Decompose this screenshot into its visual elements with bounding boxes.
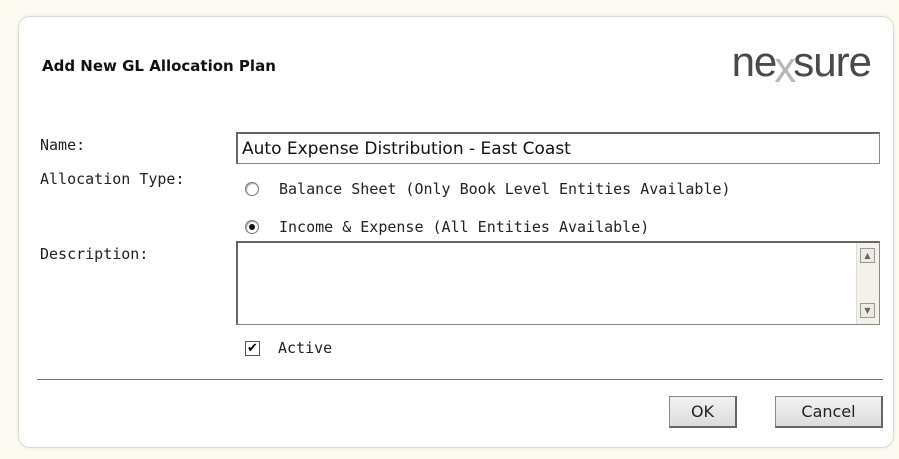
name-label: Name:: [40, 136, 86, 154]
description-scrollbar[interactable]: ▲ ▼: [856, 243, 879, 324]
radio-balance-sheet[interactable]: Balance Sheet (Only Book Level Entities …: [245, 177, 731, 201]
radio-income-expense-label: Income & Expense (All Entities Available…: [279, 218, 650, 236]
description-textarea[interactable]: ▲ ▼: [236, 241, 880, 325]
allocation-type-label: Allocation Type:: [40, 170, 185, 188]
scroll-up-icon[interactable]: ▲: [860, 248, 875, 263]
radio-income-expense-button[interactable]: [245, 220, 259, 234]
radio-income-expense[interactable]: Income & Expense (All Entities Available…: [245, 215, 649, 239]
active-label: Active: [278, 339, 333, 357]
ok-button[interactable]: OK: [669, 396, 737, 428]
dialog-title: Add New GL Allocation Plan: [42, 57, 276, 75]
radio-balance-sheet-button[interactable]: [245, 182, 259, 196]
name-input[interactable]: Auto Expense Distribution - East Coast: [236, 132, 880, 164]
active-checkbox[interactable]: ✔: [245, 340, 260, 356]
logo-part-1: ne: [731, 38, 778, 85]
active-checkbox-row[interactable]: ✔ Active: [245, 337, 332, 359]
dialog: Add New GL Allocation Plan nexsure Name:…: [18, 16, 894, 448]
logo-part-2: sure: [793, 38, 872, 85]
cancel-button[interactable]: Cancel: [775, 396, 883, 428]
description-label: Description:: [40, 245, 149, 263]
nexsure-logo: nexsure: [731, 35, 872, 92]
footer-divider: [37, 379, 883, 380]
radio-balance-sheet-label: Balance Sheet (Only Book Level Entities …: [279, 180, 731, 198]
scroll-down-icon[interactable]: ▼: [860, 303, 875, 318]
